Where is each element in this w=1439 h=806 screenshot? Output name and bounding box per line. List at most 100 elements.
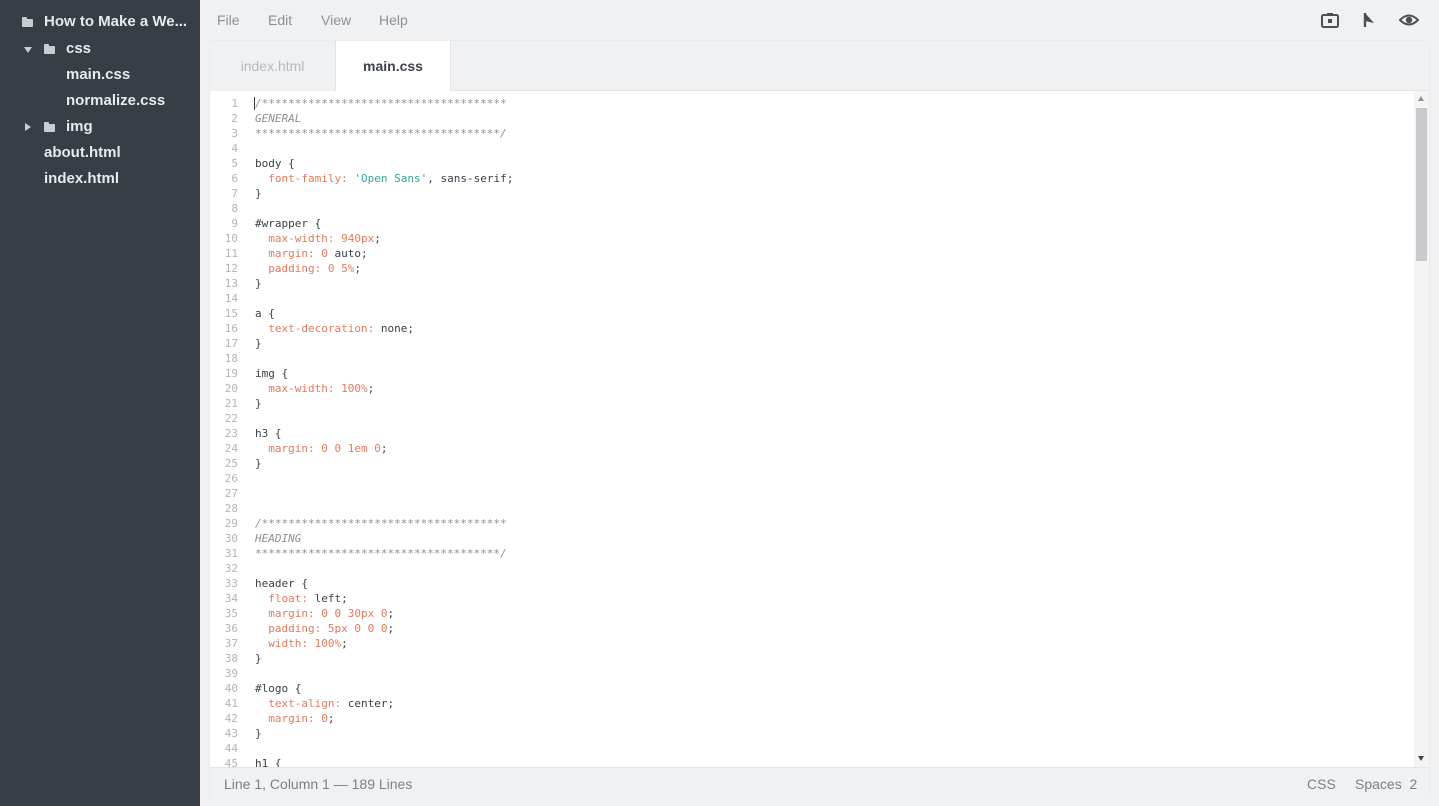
code-line[interactable]: 20 max-width: 100%;: [210, 381, 1410, 396]
code-line[interactable]: 22: [210, 411, 1410, 426]
scroll-up-arrow-icon[interactable]: [1418, 96, 1424, 101]
code-line[interactable]: 40 #logo {: [210, 681, 1410, 696]
line-content: body {: [255, 157, 295, 170]
code-editor[interactable]: 1/************************************* 2…: [210, 91, 1414, 767]
tab-index-html[interactable]: index.html: [210, 41, 336, 91]
line-number: 8: [231, 202, 238, 215]
code-line[interactable]: 26: [210, 471, 1410, 486]
code-line[interactable]: 17}: [210, 336, 1410, 351]
sidebar-item-main-css[interactable]: main.css: [0, 62, 200, 88]
line-content: max-width: 100%;: [268, 382, 375, 395]
code-line[interactable]: 18: [210, 351, 1410, 366]
code-line[interactable]: 8: [210, 201, 1410, 216]
code-line[interactable]: 35 margin: 0 0 30px 0;: [210, 606, 1410, 621]
line-content: margin: 0 0 30px 0;: [268, 607, 395, 620]
menu-help[interactable]: Help: [379, 12, 408, 28]
code-line[interactable]: 4: [210, 141, 1410, 156]
language-mode-selector[interactable]: CSS: [1307, 776, 1336, 792]
folder-icon: [22, 17, 33, 27]
editor-panel: index.html main.css 1 /******************…: [210, 41, 1429, 799]
code-line[interactable]: 34 float: left;: [210, 591, 1410, 606]
folder-icon: [44, 44, 55, 54]
code-line[interactable]: 16 text-decoration: none;: [210, 321, 1410, 336]
code-line[interactable]: 7}: [210, 186, 1410, 201]
code-line[interactable]: 14: [210, 291, 1410, 306]
code-line[interactable]: 24 margin: 0 0 1em 0;: [210, 441, 1410, 456]
chevron-right-icon[interactable]: [25, 123, 31, 131]
scroll-down-arrow-icon[interactable]: [1418, 756, 1424, 761]
code-line[interactable]: 21}: [210, 396, 1410, 411]
line-content: }: [255, 457, 262, 470]
code-line[interactable]: 5 body {: [210, 156, 1410, 171]
line-number: 38: [224, 652, 238, 665]
code-line[interactable]: 6 font-family: 'Open Sans', sans-serif;: [210, 171, 1410, 186]
line-content: /*************************************: [255, 517, 507, 530]
code-line[interactable]: 30 HEADING: [210, 531, 1410, 546]
code-line[interactable]: 27: [210, 486, 1410, 501]
sidebar-item-css[interactable]: css: [0, 36, 200, 62]
code-line[interactable]: 45 h1 {: [210, 756, 1410, 767]
code-line[interactable]: 13}: [210, 276, 1410, 291]
code-line[interactable]: 31 *************************************/: [210, 546, 1410, 561]
line-content: HEADING: [255, 532, 302, 545]
menu-file[interactable]: File: [217, 12, 240, 28]
code-line[interactable]: 39: [210, 666, 1410, 681]
line-number: 17: [224, 337, 238, 350]
code-line[interactable]: 15 a {: [210, 306, 1410, 321]
vertical-scrollbar[interactable]: [1414, 91, 1429, 767]
line-number: 12: [224, 262, 238, 275]
sidebar-item-normalize-css[interactable]: normalize.css: [0, 88, 200, 114]
code-line[interactable]: 19 img {: [210, 366, 1410, 381]
line-content: text-decoration: none;: [268, 322, 414, 335]
code-line[interactable]: 28: [210, 501, 1410, 516]
indentation-selector[interactable]: Spaces 2: [1355, 776, 1417, 792]
code-line[interactable]: 1 /*************************************: [210, 96, 1410, 111]
line-content: width: 100%;: [268, 637, 348, 650]
code-line[interactable]: 38}: [210, 651, 1410, 666]
line-content: }: [255, 652, 262, 665]
code-line[interactable]: 36 padding: 5px 0 0 0;: [210, 621, 1410, 636]
code-line[interactable]: 41 text-align: center;: [210, 696, 1410, 711]
code-line[interactable]: 23 h3 {: [210, 426, 1410, 441]
sidebar-item-label: normalize.css: [66, 92, 166, 109]
code-line[interactable]: 32: [210, 561, 1410, 576]
line-content: *************************************/: [255, 127, 507, 140]
code-line[interactable]: 12 padding: 0 5%;: [210, 261, 1410, 276]
code-line[interactable]: 10 max-width: 940px;: [210, 231, 1410, 246]
tab-main-css[interactable]: main.css: [336, 41, 451, 91]
code-line[interactable]: 29 /*************************************: [210, 516, 1410, 531]
sidebar-item-img[interactable]: img: [0, 114, 200, 140]
preview-eye-icon[interactable]: [1399, 10, 1419, 30]
code-line[interactable]: 25}: [210, 456, 1410, 471]
line-number: 16: [224, 322, 238, 335]
line-number: 41: [224, 697, 238, 710]
code-line[interactable]: 2 GENERAL: [210, 111, 1410, 126]
sidebar-item-label: index.html: [44, 170, 120, 187]
line-content: *************************************/: [255, 547, 507, 560]
code-line[interactable]: 44: [210, 741, 1410, 756]
code-line[interactable]: 33 header {: [210, 576, 1410, 591]
line-number: 28: [224, 502, 238, 515]
code-line[interactable]: 42 margin: 0;: [210, 711, 1410, 726]
line-number: 20: [224, 382, 238, 395]
status-bar: Line 1, Column 1 — 189 Lines CSS Spaces …: [210, 767, 1429, 799]
line-number: 7: [231, 187, 238, 200]
code-line[interactable]: 9 #wrapper {: [210, 216, 1410, 231]
code-line[interactable]: 11 margin: 0 auto;: [210, 246, 1410, 261]
scroll-thumb[interactable]: [1416, 108, 1427, 261]
code-line[interactable]: 37 width: 100%;: [210, 636, 1410, 651]
menu-view[interactable]: View: [321, 12, 351, 28]
sidebar-item-about-html[interactable]: about.html: [0, 140, 200, 166]
menu-edit[interactable]: Edit: [268, 12, 292, 28]
sidebar-item-index-html[interactable]: index.html: [0, 166, 200, 192]
code-line[interactable]: 3 *************************************/: [210, 126, 1410, 141]
line-content: header {: [255, 577, 308, 590]
line-content: }: [255, 337, 262, 350]
screenshot-icon[interactable]: [1320, 10, 1340, 30]
code-line[interactable]: 43}: [210, 726, 1410, 741]
project-root[interactable]: How to Make a We...: [0, 9, 200, 35]
line-number: 10: [224, 232, 238, 245]
chevron-down-icon[interactable]: [24, 47, 32, 53]
line-content: }: [255, 277, 262, 290]
share-icon[interactable]: [1360, 10, 1380, 30]
